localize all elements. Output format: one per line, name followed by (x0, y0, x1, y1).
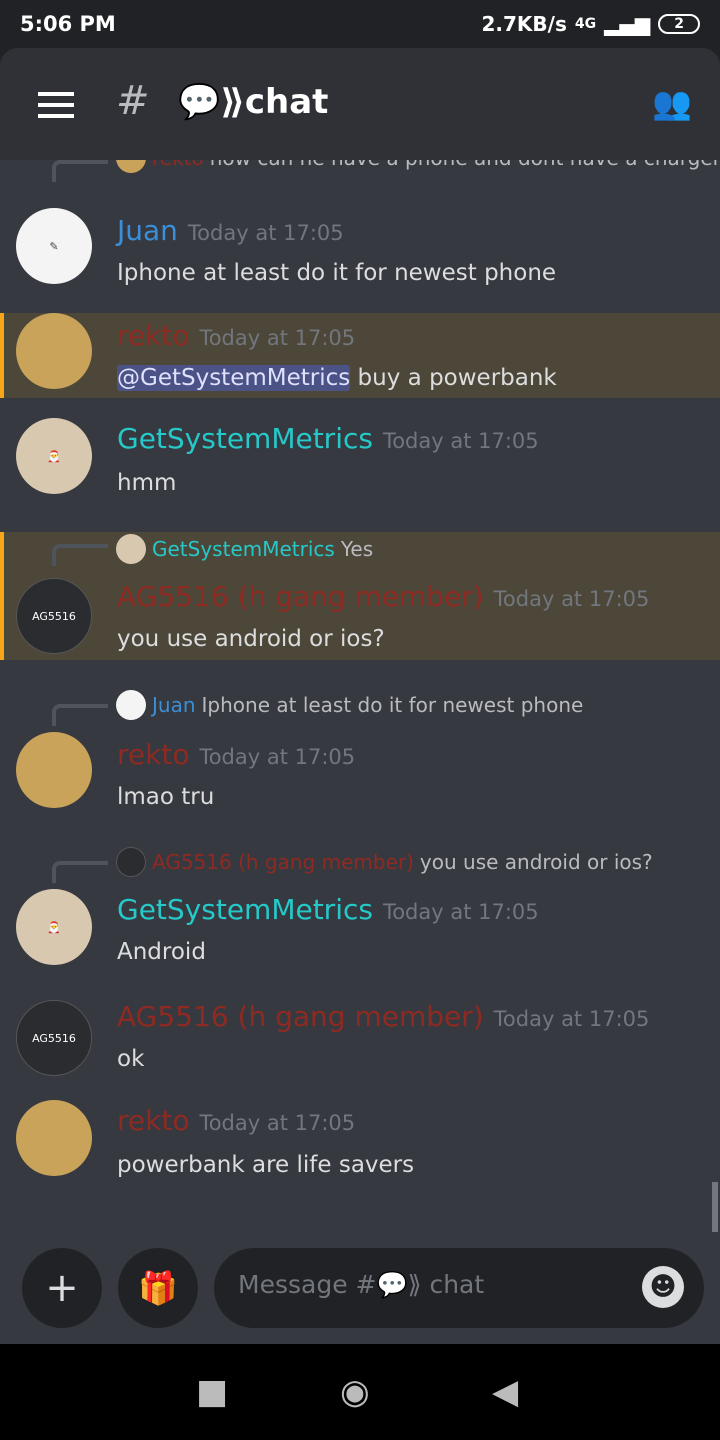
timestamp: Today at 17:05 (382, 429, 539, 453)
timestamp: Today at 17:05 (199, 745, 356, 769)
gift-icon: 🎁 (138, 1269, 178, 1307)
author-name[interactable]: Juan (117, 214, 178, 247)
avatar[interactable] (16, 732, 92, 808)
avatar[interactable]: AG5516 (16, 1000, 92, 1076)
message-text: buy a powerbank (350, 365, 557, 391)
message-input[interactable]: Message #💬⟫ chat ☻ (214, 1248, 704, 1328)
message: AG5516 (h gang member) you use android or… (0, 845, 720, 975)
menu-icon[interactable] (38, 92, 74, 125)
message-text: powerbank are life savers (117, 1152, 415, 1178)
reply-preview[interactable]: Juan Iphone at least do it for newest pho… (116, 690, 583, 720)
message-highlighted: GetSystemMetrics Yes AG5516 AG5516 (h gan… (0, 532, 720, 660)
emoji-icon[interactable]: ☻ (642, 1266, 684, 1308)
message: rekto Today at 17:05 powerbank are life s… (0, 1100, 720, 1200)
message-text: lmao tru (117, 784, 215, 810)
back-icon[interactable]: ◀ (492, 1372, 518, 1412)
locked-channel-icon: # (116, 78, 150, 124)
signal-bars-icon: ▂▄▆ (604, 12, 651, 36)
reply-preview[interactable]: AG5516 (h gang member) you use android or… (116, 847, 653, 877)
message: 🎅 GetSystemMetrics Today at 17:05 hmm (0, 410, 720, 520)
timestamp: Today at 17:05 (493, 1007, 650, 1031)
network-speed: 2.7KB/s (481, 12, 567, 36)
status-bar: 5:06 PM 2.7KB/s 4G ▂▄▆ 2 (0, 0, 720, 48)
author-name[interactable]: GetSystemMetrics (117, 893, 373, 926)
mention[interactable]: @GetSystemMetrics (117, 365, 351, 391)
avatar[interactable] (16, 313, 92, 389)
reply-spine (52, 861, 108, 883)
message-text: ok (117, 1046, 145, 1072)
message-text: hmm (117, 470, 177, 496)
timestamp: Today at 17:05 (493, 587, 650, 611)
author-name[interactable]: rekto (117, 319, 189, 352)
timestamp: Today at 17:05 (199, 326, 356, 350)
home-icon[interactable]: ◉ (340, 1372, 370, 1412)
author-name[interactable]: AG5516 (h gang member) (117, 580, 484, 613)
android-nav-bar: ■ ◉ ◀ (0, 1344, 720, 1440)
message: AG5516 AG5516 (h gang member) Today at 17… (0, 994, 720, 1094)
members-icon[interactable]: 👥 (652, 84, 692, 122)
reply-spine (52, 160, 108, 182)
timestamp: Today at 17:05 (187, 221, 344, 245)
channel-title: 💬⟫chat (178, 82, 329, 122)
timestamp: Today at 17:05 (382, 900, 539, 924)
avatar[interactable]: 🎅 (16, 418, 92, 494)
author-name[interactable]: AG5516 (h gang member) (117, 1000, 484, 1033)
message: ✎ Juan Today at 17:05 Iphone at least do … (0, 200, 720, 312)
message-text: you use android or ios? (117, 626, 385, 652)
gift-button[interactable]: 🎁 (118, 1248, 198, 1328)
message: Juan Iphone at least do it for newest pho… (0, 688, 720, 818)
status-time: 5:06 PM (20, 12, 116, 36)
signal-icon: 4G (574, 16, 597, 32)
avatar[interactable]: AG5516 (16, 578, 92, 654)
chat-area: # 💬⟫chat 👥 rektohow can he have a phone … (0, 48, 720, 1344)
reply-spine (52, 704, 108, 726)
message-placeholder: Message #💬⟫ chat (238, 1270, 485, 1299)
message-text: Android (117, 939, 206, 965)
author-name[interactable]: rekto (117, 738, 189, 771)
message-text: Iphone at least do it for newest phone (117, 260, 557, 286)
add-attachment-button[interactable]: + (22, 1248, 102, 1328)
reply-preview[interactable]: GetSystemMetrics Yes (116, 534, 373, 564)
message-highlighted: rekto Today at 17:05 @GetSystemMetrics bu… (0, 313, 720, 398)
avatar[interactable] (16, 1100, 92, 1176)
avatar[interactable]: 🎅 (16, 889, 92, 965)
channel-header: # 💬⟫chat 👥 (0, 48, 720, 160)
timestamp: Today at 17:05 (199, 1111, 356, 1135)
battery-icon: 2 (658, 14, 700, 34)
recents-icon[interactable]: ■ (196, 1372, 228, 1412)
author-name[interactable]: GetSystemMetrics (117, 422, 373, 455)
plus-icon: + (45, 1265, 79, 1311)
reply-spine (52, 544, 108, 566)
scrollbar[interactable] (712, 1182, 718, 1232)
avatar[interactable]: ✎ (16, 208, 92, 284)
author-name[interactable]: rekto (117, 1104, 189, 1137)
